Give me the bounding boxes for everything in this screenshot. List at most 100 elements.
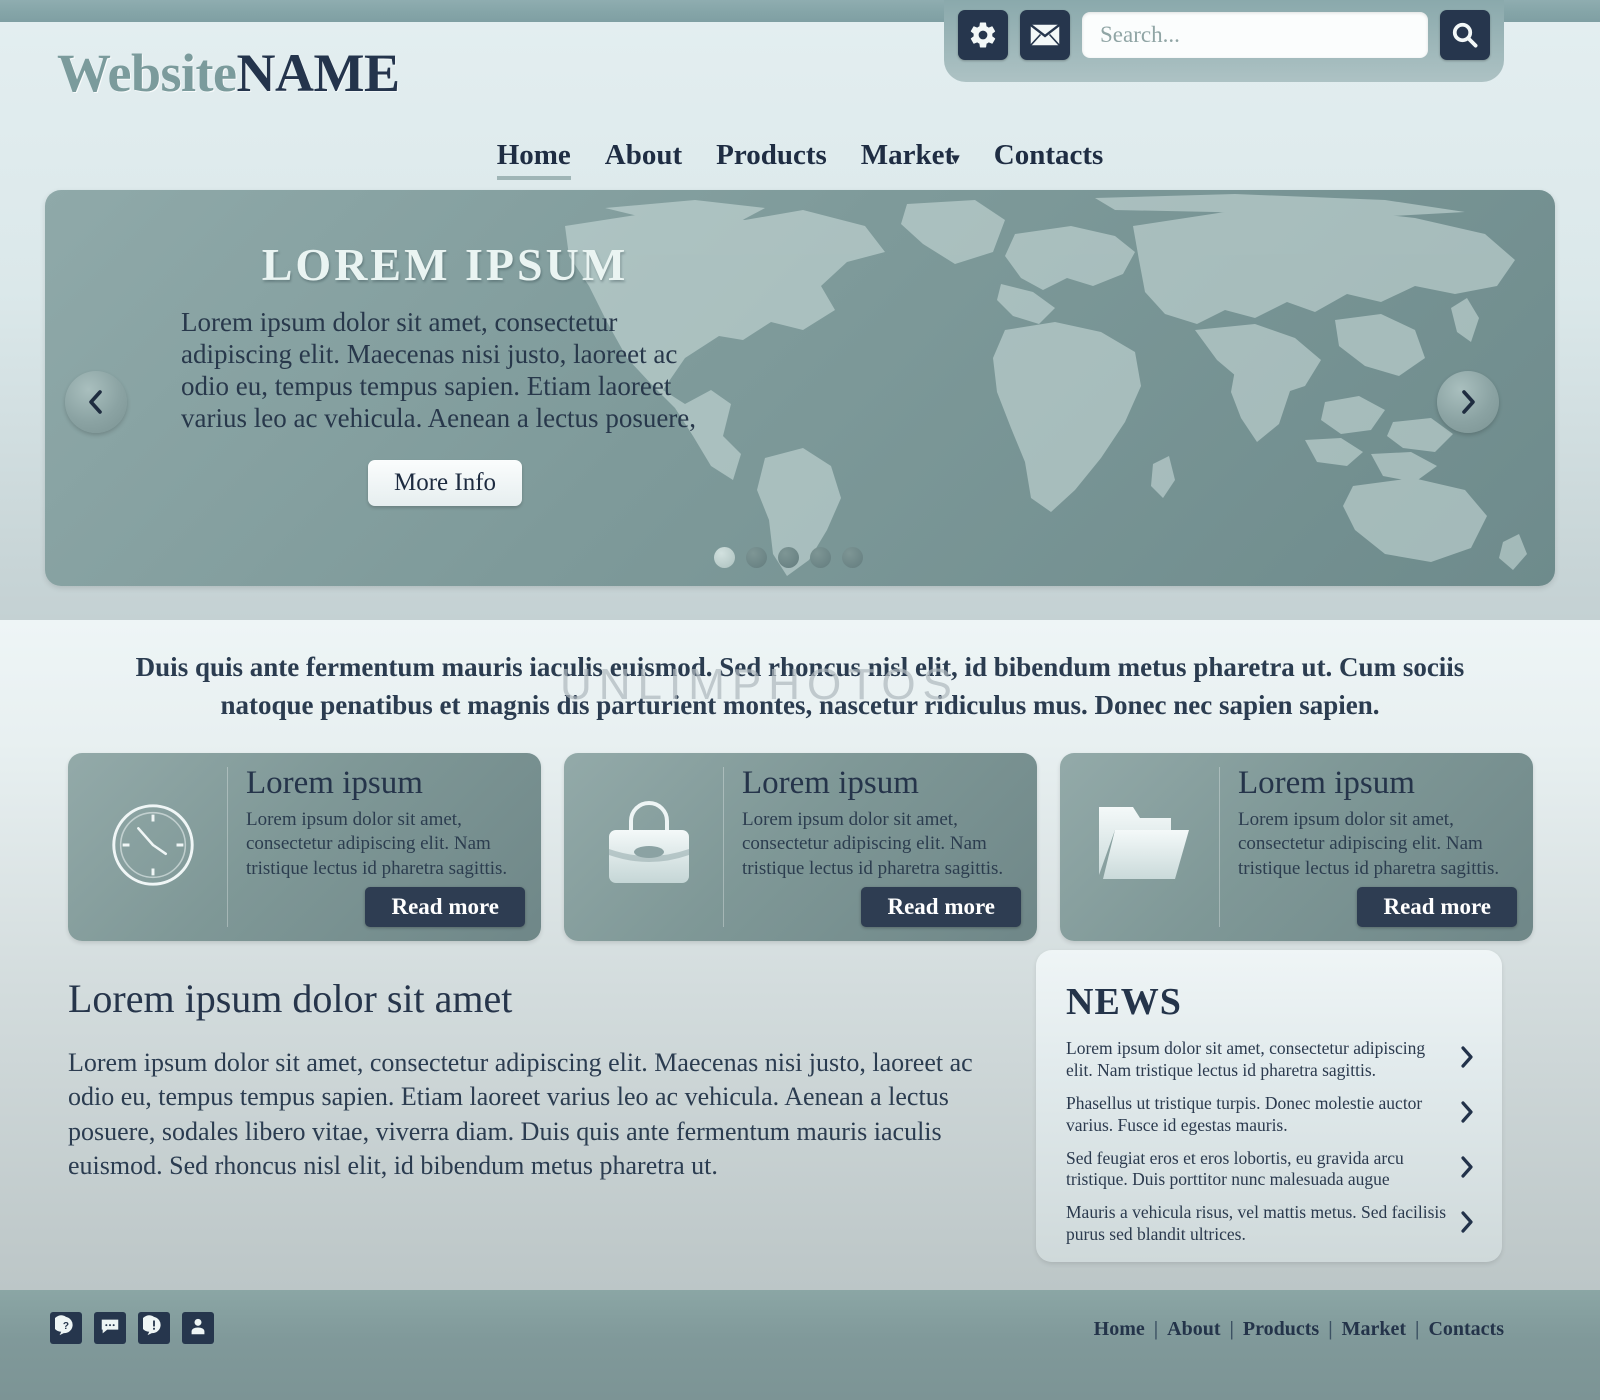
slider-dot[interactable]	[842, 547, 863, 568]
card-description: Lorem ipsum dolor sit amet, consectetur …	[742, 809, 1004, 879]
nav-item-contacts[interactable]: Contacts	[994, 139, 1104, 176]
article-section: Lorem ipsum dolor sit amet Lorem ipsum d…	[68, 975, 998, 1183]
main-navigation: Home About Products Market▾ Contacts	[0, 139, 1600, 180]
gear-icon	[968, 20, 998, 50]
chevron-right-icon	[1458, 1099, 1476, 1130]
card-body: Lorem ipsum Lorem ipsum dolor sit amet, …	[228, 767, 525, 927]
alert-icon	[140, 1314, 165, 1342]
read-more-button[interactable]: Read more	[365, 887, 525, 927]
help-icon: ?	[52, 1314, 77, 1342]
footer-separator: |	[1229, 1318, 1234, 1340]
article-body: Lorem ipsum dolor sit amet, consectetur …	[68, 1048, 973, 1180]
nav-label: Market	[860, 139, 955, 171]
hero-slider: LOREM IPSUM Lorem ipsum dolor sit amet, …	[45, 190, 1555, 586]
folder-icon	[1093, 799, 1197, 896]
nav-item-home[interactable]: Home	[496, 139, 571, 180]
card-title: Lorem ipsum	[742, 765, 919, 801]
magnifier-icon	[1450, 20, 1480, 50]
chevron-right-icon	[1455, 387, 1481, 417]
footer-separator: |	[1153, 1318, 1159, 1340]
feature-card: Lorem ipsum Lorem ipsum dolor sit amet, …	[1060, 753, 1533, 941]
nav-item-about[interactable]: About	[605, 139, 682, 176]
footer-nav-about[interactable]: About	[1167, 1318, 1220, 1341]
settings-button[interactable]	[958, 10, 1008, 60]
page-root: WebsiteNAME Search... Home About Product…	[0, 0, 1600, 1400]
footer-nav-products[interactable]: Products	[1243, 1318, 1319, 1341]
footer-icon-list: ?	[50, 1312, 214, 1344]
card-title: Lorem ipsum	[1238, 765, 1415, 801]
card-title: Lorem ipsum	[246, 765, 423, 801]
svg-text:?: ?	[63, 1321, 69, 1332]
nav-label: Home	[496, 139, 571, 171]
hero-title: LOREM IPSUM	[261, 239, 629, 290]
news-item-text: Sed feugiat eros et eros lobortis, eu gr…	[1066, 1147, 1404, 1190]
news-panel: NEWS Lorem ipsum dolor sit amet, consect…	[1036, 950, 1502, 1262]
chevron-right-icon	[1458, 1154, 1476, 1185]
site-footer: ? Home | About | Products | Market | Con…	[0, 1290, 1600, 1400]
slider-dot[interactable]	[810, 547, 831, 568]
search-button[interactable]	[1440, 10, 1490, 60]
slider-prev-button[interactable]	[65, 371, 127, 433]
nav-item-products[interactable]: Products	[716, 139, 827, 176]
card-icon-slot	[574, 767, 724, 927]
nav-label: Products	[716, 139, 827, 171]
news-item[interactable]: Sed feugiat eros et eros lobortis, eu gr…	[1066, 1148, 1476, 1192]
footer-navigation: Home | About | Products | Market | Conta…	[1094, 1318, 1504, 1341]
news-item[interactable]: Lorem ipsum dolor sit amet, consectetur …	[1066, 1038, 1476, 1082]
chevron-down-icon: ▾	[951, 149, 960, 168]
news-panel-title: NEWS	[1066, 981, 1182, 1023]
card-description: Lorem ipsum dolor sit amet, consectetur …	[1238, 809, 1500, 879]
search-input[interactable]	[1082, 12, 1428, 58]
feature-card-list: Lorem ipsum Lorem ipsum dolor sit amet, …	[68, 753, 1533, 941]
read-more-button[interactable]: Read more	[1357, 887, 1517, 927]
news-item-text: Lorem ipsum dolor sit amet, consectetur …	[1066, 1038, 1426, 1080]
logo-text-secondary: NAME	[236, 43, 400, 103]
card-body: Lorem ipsum Lorem ipsum dolor sit amet, …	[724, 767, 1021, 927]
slider-dot[interactable]	[746, 547, 767, 568]
news-item[interactable]: Phasellus ut tristique turpis. Donec mol…	[1066, 1093, 1476, 1137]
card-icon-slot	[78, 767, 228, 927]
card-body: Lorem ipsum Lorem ipsum dolor sit amet, …	[1220, 767, 1517, 927]
news-item-text: Phasellus ut tristique turpis. Donec mol…	[1066, 1092, 1423, 1135]
article-title: Lorem ipsum dolor sit amet	[68, 976, 513, 1021]
help-button[interactable]: ?	[50, 1312, 82, 1344]
clock-icon	[104, 796, 202, 899]
nav-label: About	[604, 139, 683, 171]
chevron-right-icon	[1458, 1044, 1476, 1075]
hero-description: Lorem ipsum dolor sit amet, consectetur …	[181, 307, 697, 433]
nav-item-market[interactable]: Market▾	[861, 139, 960, 176]
more-info-button[interactable]: More Info	[367, 460, 523, 507]
chevron-left-icon	[83, 387, 109, 417]
card-icon-slot	[1070, 767, 1220, 927]
chat-icon	[99, 1315, 121, 1342]
card-description: Lorem ipsum dolor sit amet, consectetur …	[246, 809, 508, 879]
user-icon	[187, 1315, 209, 1342]
footer-separator: |	[1328, 1318, 1333, 1340]
footer-nav-home[interactable]: Home	[1094, 1318, 1145, 1341]
footer-nav-contacts[interactable]: Contacts	[1428, 1318, 1504, 1341]
header-utility-bar	[944, 0, 1504, 82]
site-logo[interactable]: WebsiteNAME	[57, 42, 400, 104]
hero-copy: LOREM IPSUM Lorem ipsum dolor sit amet, …	[175, 238, 715, 507]
feature-card: Lorem ipsum Lorem ipsum dolor sit amet, …	[564, 753, 1037, 941]
chat-button[interactable]	[94, 1312, 126, 1344]
slider-dot[interactable]	[778, 547, 799, 568]
logo-text-primary: Website	[57, 43, 237, 103]
slider-dot[interactable]	[714, 547, 735, 568]
news-item[interactable]: Mauris a vehicula risus, vel mattis metu…	[1066, 1202, 1476, 1246]
alert-button[interactable]	[138, 1312, 170, 1344]
slider-next-button[interactable]	[1437, 371, 1499, 433]
tagline-text: Duis quis ante fermentum mauris iaculis …	[135, 652, 1465, 721]
user-button[interactable]	[182, 1312, 214, 1344]
read-more-button[interactable]: Read more	[861, 887, 1021, 927]
envelope-icon	[1029, 23, 1061, 47]
chevron-right-icon	[1458, 1209, 1476, 1240]
footer-separator: |	[1415, 1318, 1420, 1340]
slider-dots	[714, 547, 863, 568]
feature-card: Lorem ipsum Lorem ipsum dolor sit amet, …	[68, 753, 541, 941]
mail-button[interactable]	[1020, 10, 1070, 60]
news-item-text: Mauris a vehicula risus, vel mattis metu…	[1066, 1202, 1447, 1245]
briefcase-icon	[599, 797, 699, 898]
nav-label: Contacts	[993, 139, 1104, 171]
footer-nav-market[interactable]: Market	[1342, 1318, 1406, 1341]
